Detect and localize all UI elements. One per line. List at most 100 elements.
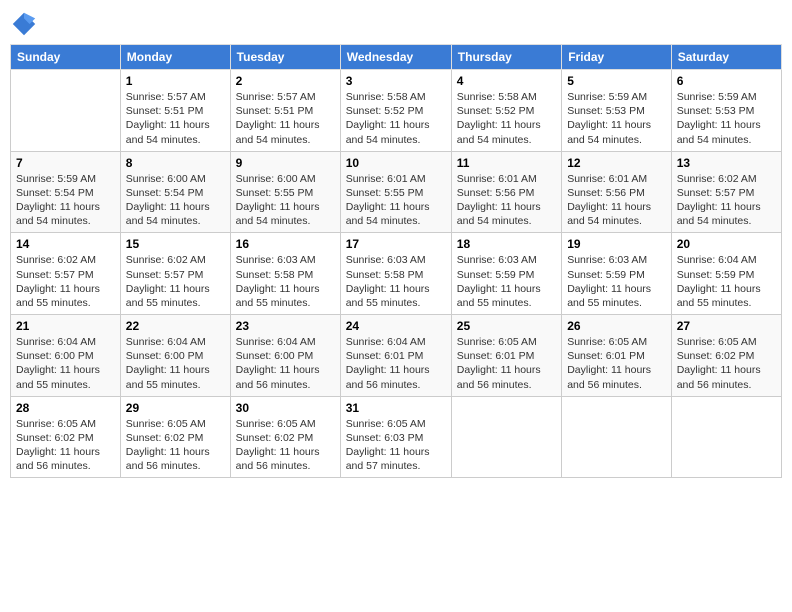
logo-icon — [10, 10, 38, 38]
day-number: 19 — [567, 237, 666, 251]
calendar-cell: 9 Sunrise: 6:00 AMSunset: 5:55 PMDayligh… — [230, 151, 340, 233]
day-info: Sunrise: 6:04 AMSunset: 6:00 PMDaylight:… — [16, 335, 115, 392]
day-number: 28 — [16, 401, 115, 415]
calendar-cell: 16 Sunrise: 6:03 AMSunset: 5:58 PMDaylig… — [230, 233, 340, 315]
calendar-header-saturday: Saturday — [671, 45, 781, 70]
day-number: 10 — [346, 156, 446, 170]
day-number: 5 — [567, 74, 666, 88]
calendar-cell: 25 Sunrise: 6:05 AMSunset: 6:01 PMDaylig… — [451, 315, 561, 397]
calendar-cell: 4 Sunrise: 5:58 AMSunset: 5:52 PMDayligh… — [451, 70, 561, 152]
page-header — [10, 10, 782, 38]
day-number: 4 — [457, 74, 556, 88]
day-info: Sunrise: 6:05 AMSunset: 6:02 PMDaylight:… — [16, 417, 115, 474]
calendar-cell: 2 Sunrise: 5:57 AMSunset: 5:51 PMDayligh… — [230, 70, 340, 152]
day-info: Sunrise: 6:01 AMSunset: 5:56 PMDaylight:… — [567, 172, 666, 229]
calendar-cell: 27 Sunrise: 6:05 AMSunset: 6:02 PMDaylig… — [671, 315, 781, 397]
day-info: Sunrise: 6:05 AMSunset: 6:02 PMDaylight:… — [236, 417, 335, 474]
day-info: Sunrise: 6:03 AMSunset: 5:58 PMDaylight:… — [346, 253, 446, 310]
calendar-cell: 6 Sunrise: 5:59 AMSunset: 5:53 PMDayligh… — [671, 70, 781, 152]
day-number: 2 — [236, 74, 335, 88]
day-info: Sunrise: 6:04 AMSunset: 6:00 PMDaylight:… — [126, 335, 225, 392]
day-number: 20 — [677, 237, 776, 251]
calendar-cell: 20 Sunrise: 6:04 AMSunset: 5:59 PMDaylig… — [671, 233, 781, 315]
calendar-cell: 28 Sunrise: 6:05 AMSunset: 6:02 PMDaylig… — [11, 396, 121, 478]
day-number: 14 — [16, 237, 115, 251]
calendar-header-monday: Monday — [120, 45, 230, 70]
day-info: Sunrise: 6:00 AMSunset: 5:55 PMDaylight:… — [236, 172, 335, 229]
day-info: Sunrise: 6:04 AMSunset: 6:01 PMDaylight:… — [346, 335, 446, 392]
day-info: Sunrise: 6:03 AMSunset: 5:58 PMDaylight:… — [236, 253, 335, 310]
day-info: Sunrise: 5:58 AMSunset: 5:52 PMDaylight:… — [346, 90, 446, 147]
calendar-week-row-5: 28 Sunrise: 6:05 AMSunset: 6:02 PMDaylig… — [11, 396, 782, 478]
day-number: 21 — [16, 319, 115, 333]
calendar-header-tuesday: Tuesday — [230, 45, 340, 70]
calendar-cell: 3 Sunrise: 5:58 AMSunset: 5:52 PMDayligh… — [340, 70, 451, 152]
calendar-cell: 7 Sunrise: 5:59 AMSunset: 5:54 PMDayligh… — [11, 151, 121, 233]
calendar-table: SundayMondayTuesdayWednesdayThursdayFrid… — [10, 44, 782, 478]
calendar-cell: 26 Sunrise: 6:05 AMSunset: 6:01 PMDaylig… — [562, 315, 672, 397]
calendar-header-row: SundayMondayTuesdayWednesdayThursdayFrid… — [11, 45, 782, 70]
day-info: Sunrise: 6:01 AMSunset: 5:55 PMDaylight:… — [346, 172, 446, 229]
calendar-cell: 24 Sunrise: 6:04 AMSunset: 6:01 PMDaylig… — [340, 315, 451, 397]
day-number: 1 — [126, 74, 225, 88]
day-info: Sunrise: 6:05 AMSunset: 6:02 PMDaylight:… — [677, 335, 776, 392]
calendar-cell: 19 Sunrise: 6:03 AMSunset: 5:59 PMDaylig… — [562, 233, 672, 315]
calendar-header-sunday: Sunday — [11, 45, 121, 70]
calendar-cell — [671, 396, 781, 478]
calendar-week-row-3: 14 Sunrise: 6:02 AMSunset: 5:57 PMDaylig… — [11, 233, 782, 315]
day-info: Sunrise: 6:02 AMSunset: 5:57 PMDaylight:… — [16, 253, 115, 310]
calendar-cell: 15 Sunrise: 6:02 AMSunset: 5:57 PMDaylig… — [120, 233, 230, 315]
calendar-cell: 23 Sunrise: 6:04 AMSunset: 6:00 PMDaylig… — [230, 315, 340, 397]
day-number: 22 — [126, 319, 225, 333]
day-info: Sunrise: 6:05 AMSunset: 6:01 PMDaylight:… — [457, 335, 556, 392]
day-info: Sunrise: 6:05 AMSunset: 6:03 PMDaylight:… — [346, 417, 446, 474]
day-info: Sunrise: 5:57 AMSunset: 5:51 PMDaylight:… — [236, 90, 335, 147]
day-number: 12 — [567, 156, 666, 170]
calendar-cell: 10 Sunrise: 6:01 AMSunset: 5:55 PMDaylig… — [340, 151, 451, 233]
calendar-cell: 13 Sunrise: 6:02 AMSunset: 5:57 PMDaylig… — [671, 151, 781, 233]
day-info: Sunrise: 6:04 AMSunset: 5:59 PMDaylight:… — [677, 253, 776, 310]
day-number: 29 — [126, 401, 225, 415]
day-number: 15 — [126, 237, 225, 251]
day-number: 17 — [346, 237, 446, 251]
calendar-cell: 12 Sunrise: 6:01 AMSunset: 5:56 PMDaylig… — [562, 151, 672, 233]
day-info: Sunrise: 6:04 AMSunset: 6:00 PMDaylight:… — [236, 335, 335, 392]
calendar-cell — [451, 396, 561, 478]
day-info: Sunrise: 5:57 AMSunset: 5:51 PMDaylight:… — [126, 90, 225, 147]
day-info: Sunrise: 6:03 AMSunset: 5:59 PMDaylight:… — [457, 253, 556, 310]
day-number: 30 — [236, 401, 335, 415]
day-info: Sunrise: 6:02 AMSunset: 5:57 PMDaylight:… — [677, 172, 776, 229]
day-number: 26 — [567, 319, 666, 333]
calendar-week-row-2: 7 Sunrise: 5:59 AMSunset: 5:54 PMDayligh… — [11, 151, 782, 233]
day-number: 8 — [126, 156, 225, 170]
day-info: Sunrise: 5:59 AMSunset: 5:54 PMDaylight:… — [16, 172, 115, 229]
calendar-cell: 5 Sunrise: 5:59 AMSunset: 5:53 PMDayligh… — [562, 70, 672, 152]
day-number: 31 — [346, 401, 446, 415]
calendar-cell: 22 Sunrise: 6:04 AMSunset: 6:00 PMDaylig… — [120, 315, 230, 397]
day-info: Sunrise: 6:05 AMSunset: 6:01 PMDaylight:… — [567, 335, 666, 392]
day-number: 13 — [677, 156, 776, 170]
calendar-cell: 14 Sunrise: 6:02 AMSunset: 5:57 PMDaylig… — [11, 233, 121, 315]
calendar-cell: 21 Sunrise: 6:04 AMSunset: 6:00 PMDaylig… — [11, 315, 121, 397]
day-number: 16 — [236, 237, 335, 251]
day-info: Sunrise: 6:03 AMSunset: 5:59 PMDaylight:… — [567, 253, 666, 310]
day-number: 18 — [457, 237, 556, 251]
day-info: Sunrise: 6:02 AMSunset: 5:57 PMDaylight:… — [126, 253, 225, 310]
day-number: 7 — [16, 156, 115, 170]
day-number: 23 — [236, 319, 335, 333]
calendar-cell: 30 Sunrise: 6:05 AMSunset: 6:02 PMDaylig… — [230, 396, 340, 478]
calendar-cell: 17 Sunrise: 6:03 AMSunset: 5:58 PMDaylig… — [340, 233, 451, 315]
day-number: 24 — [346, 319, 446, 333]
day-info: Sunrise: 5:59 AMSunset: 5:53 PMDaylight:… — [567, 90, 666, 147]
calendar-cell: 18 Sunrise: 6:03 AMSunset: 5:59 PMDaylig… — [451, 233, 561, 315]
day-number: 9 — [236, 156, 335, 170]
calendar-header-thursday: Thursday — [451, 45, 561, 70]
calendar-cell: 11 Sunrise: 6:01 AMSunset: 5:56 PMDaylig… — [451, 151, 561, 233]
calendar-header-wednesday: Wednesday — [340, 45, 451, 70]
calendar-week-row-4: 21 Sunrise: 6:04 AMSunset: 6:00 PMDaylig… — [11, 315, 782, 397]
calendar-cell — [562, 396, 672, 478]
day-info: Sunrise: 6:05 AMSunset: 6:02 PMDaylight:… — [126, 417, 225, 474]
calendar-cell: 31 Sunrise: 6:05 AMSunset: 6:03 PMDaylig… — [340, 396, 451, 478]
calendar-cell: 1 Sunrise: 5:57 AMSunset: 5:51 PMDayligh… — [120, 70, 230, 152]
day-number: 25 — [457, 319, 556, 333]
